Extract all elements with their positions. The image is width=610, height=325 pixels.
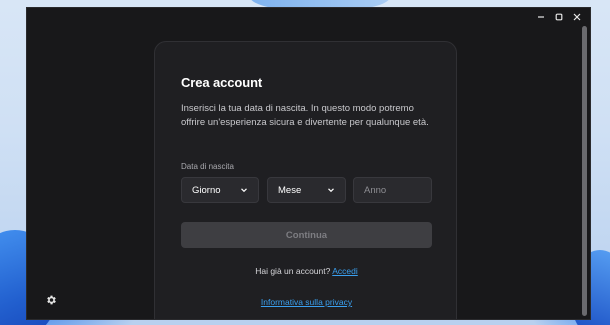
- year-input[interactable]: [353, 177, 432, 203]
- day-select[interactable]: Giorno: [181, 177, 259, 203]
- minimize-button[interactable]: [536, 12, 546, 22]
- login-prompt-text: Hai già un account?: [255, 266, 331, 276]
- login-link[interactable]: Accedi: [332, 266, 358, 276]
- gear-icon: [47, 295, 56, 305]
- privacy-link[interactable]: Informativa sulla privacy: [261, 297, 352, 307]
- privacy-row: Informativa sulla privacy: [155, 297, 458, 307]
- minimize-icon: [538, 16, 544, 18]
- settings-button[interactable]: [45, 293, 57, 305]
- page-title: Crea account: [181, 75, 263, 90]
- chevron-down-icon: [328, 188, 334, 193]
- close-button[interactable]: [572, 12, 582, 22]
- login-prompt-row: Hai già un account? Accedi: [155, 266, 458, 276]
- chevron-down-icon: [241, 188, 247, 193]
- create-account-card: Crea account Inserisci la tua data di na…: [154, 41, 458, 319]
- maximize-icon: [555, 13, 563, 21]
- day-select-value: Giorno: [192, 184, 221, 196]
- app-window: Crea account Inserisci la tua data di na…: [26, 7, 591, 320]
- close-icon: [573, 13, 581, 21]
- window-scrollbar[interactable]: [582, 26, 587, 316]
- month-select[interactable]: Mese: [267, 177, 346, 203]
- maximize-button[interactable]: [554, 12, 564, 22]
- page-subtitle: Inserisci la tua data di nascita. In que…: [181, 103, 429, 128]
- continue-button[interactable]: Continua: [181, 222, 432, 248]
- birthdate-label: Data di nascita: [181, 162, 234, 171]
- window-titlebar: [530, 8, 590, 26]
- month-select-value: Mese: [278, 184, 302, 196]
